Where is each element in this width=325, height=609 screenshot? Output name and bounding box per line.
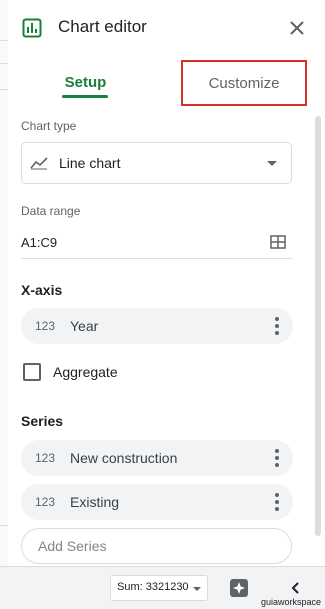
x-axis-chip[interactable]: 123 Year — [21, 308, 293, 344]
panel-title: Chart editor — [58, 17, 147, 36]
data-range-value: A1:C9 — [21, 235, 58, 250]
chevron-left-icon[interactable] — [290, 581, 302, 595]
chart-icon — [22, 18, 42, 38]
aggregate-label: Aggregate — [53, 364, 118, 380]
data-range-input[interactable]: A1:C9 — [21, 228, 292, 259]
line-chart-icon — [30, 157, 48, 170]
number-type-icon: 123 — [35, 495, 56, 509]
panel-header: Chart editor — [8, 0, 325, 58]
close-icon[interactable] — [288, 19, 306, 37]
bottom-status-bar: Sum: 3321230 guiaworkspace — [0, 566, 325, 609]
editor-tabs: Setup Customize — [8, 58, 325, 108]
add-series-button[interactable]: Add Series — [21, 528, 292, 564]
number-type-icon: 123 — [35, 319, 56, 333]
row-divider — [0, 63, 8, 64]
tab-setup-label: Setup — [64, 73, 107, 91]
tab-customize[interactable]: Customize — [181, 60, 307, 106]
watermark-text: guiaworkspace — [261, 597, 322, 607]
sum-dropdown[interactable]: Sum: 3321230 — [110, 575, 208, 601]
explore-icon[interactable] — [229, 578, 249, 598]
chart-editor-panel: Chart editor Setup Customize Chart type … — [8, 0, 325, 566]
add-series-label: Add Series — [38, 538, 107, 554]
data-range-label: Data range — [21, 204, 81, 218]
chart-type-label: Chart type — [21, 119, 77, 133]
row-divider — [0, 89, 8, 90]
chevron-down-icon — [267, 161, 277, 166]
more-vert-icon[interactable] — [275, 317, 279, 335]
chart-type-select[interactable]: Line chart — [21, 142, 292, 184]
series-title: Series — [21, 413, 64, 429]
tab-customize-label: Customize — [208, 74, 280, 92]
number-type-icon: 123 — [35, 451, 56, 465]
chart-type-value: Line chart — [59, 155, 121, 171]
x-axis-title: X-axis — [21, 282, 63, 298]
x-axis-chip-label: Year — [70, 318, 99, 334]
series-chip[interactable]: 123 Existing — [21, 484, 293, 520]
tab-setup[interactable]: Setup — [38, 58, 133, 106]
series-chip-label: Existing — [70, 494, 120, 510]
row-divider — [0, 40, 8, 41]
chevron-down-icon — [193, 587, 201, 591]
active-tab-indicator — [62, 95, 108, 98]
scrollbar-thumb[interactable] — [315, 116, 321, 536]
grid-icon[interactable] — [270, 234, 286, 250]
aggregate-checkbox[interactable] — [23, 363, 41, 381]
series-chip-label: New construction — [70, 450, 178, 466]
series-chip[interactable]: 123 New construction — [21, 440, 293, 476]
sum-value: Sum: 3321230 — [117, 581, 189, 593]
more-vert-icon[interactable] — [275, 493, 279, 511]
row-divider — [0, 525, 8, 526]
more-vert-icon[interactable] — [275, 449, 279, 467]
